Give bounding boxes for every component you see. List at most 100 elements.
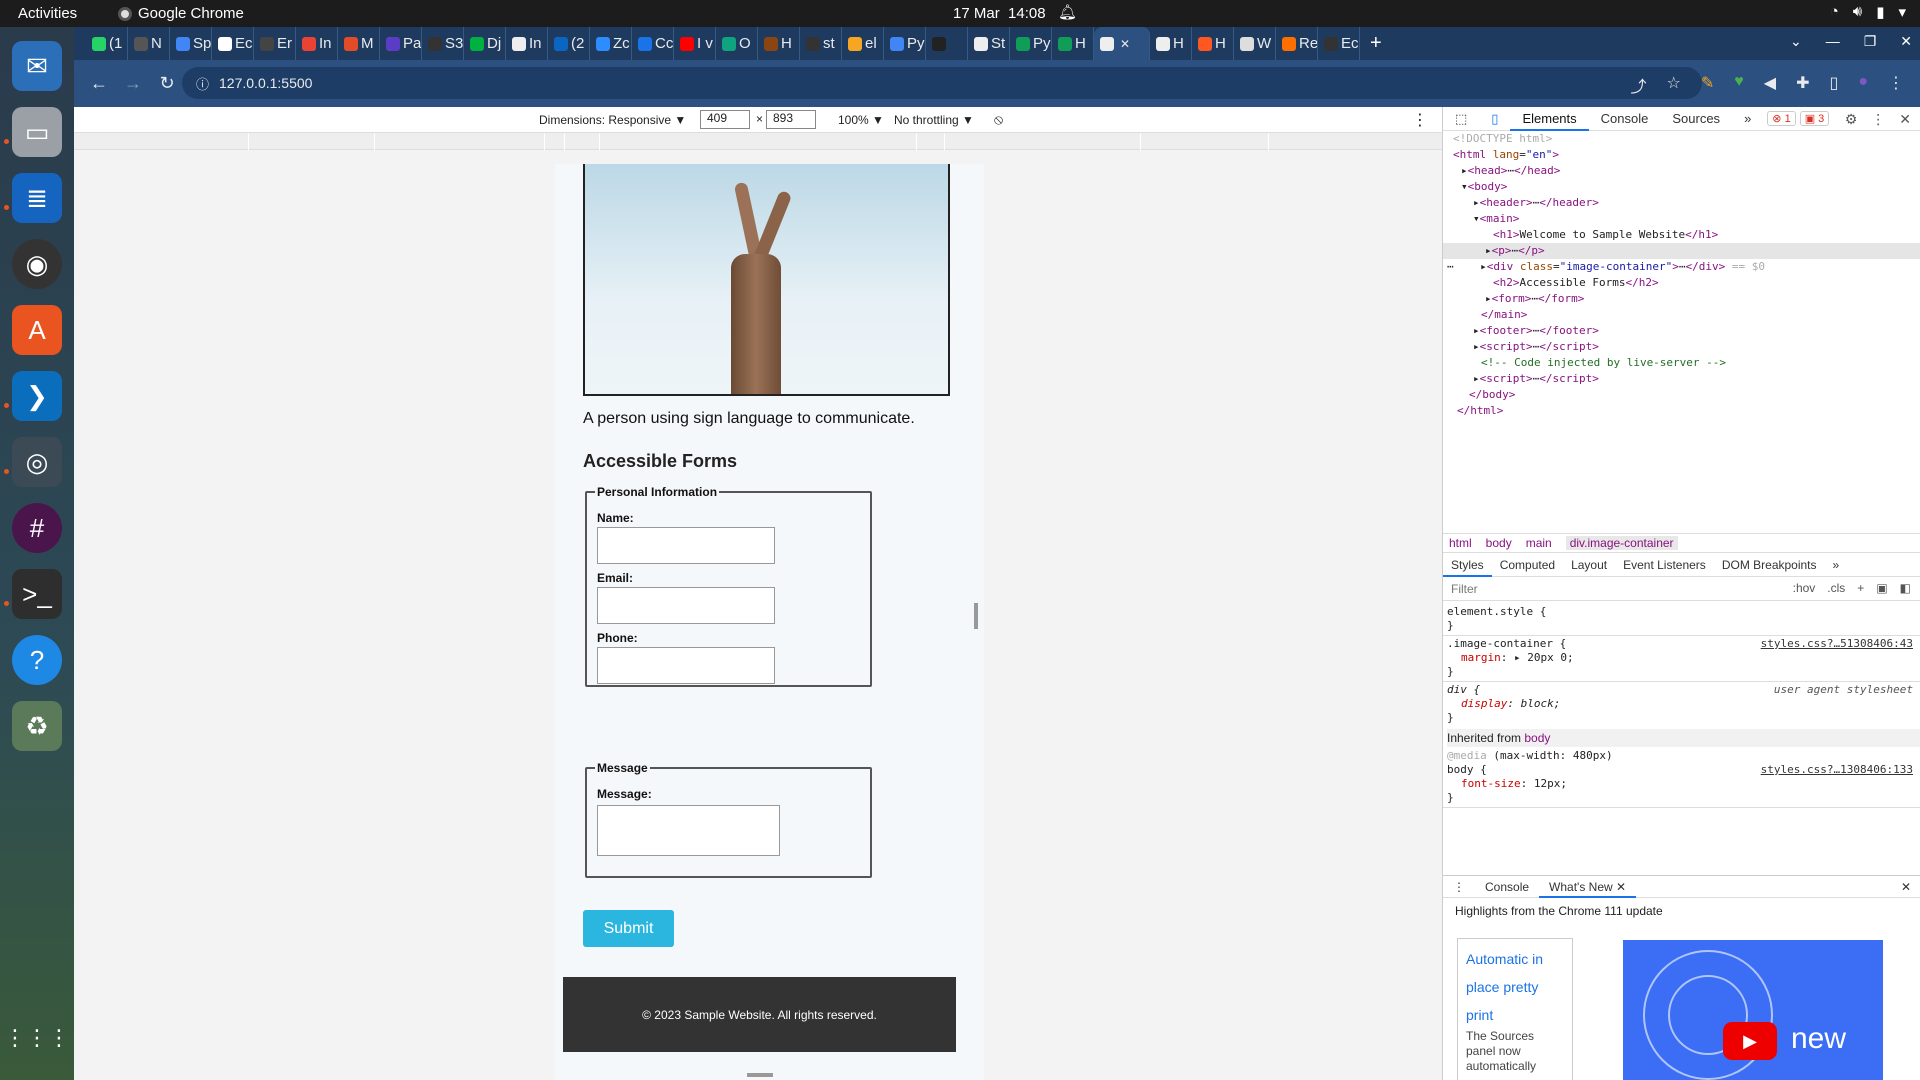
dom-line[interactable]: </body>: [1469, 387, 1515, 403]
tab-sources[interactable]: Sources: [1660, 107, 1732, 131]
youtube-play-icon[interactable]: ▶: [1723, 1022, 1777, 1060]
address-bar[interactable]: ⓘ 127.0.0.1:5500: [182, 67, 1702, 99]
files-icon[interactable]: ▭: [12, 107, 62, 157]
browser-tab[interactable]: Py: [1010, 27, 1052, 60]
browser-tab[interactable]: st: [800, 27, 842, 60]
breadcrumb-div[interactable]: div.image-container: [1565, 536, 1678, 550]
close-window-button[interactable]: ✕: [1900, 33, 1912, 50]
rhythmbox-icon[interactable]: ◉: [12, 239, 62, 289]
browser-tab[interactable]: [926, 27, 968, 60]
dom-line[interactable]: ▸<head>⋯</head>: [1461, 163, 1560, 179]
dom-line[interactable]: ▸<script>⋯</script>: [1473, 339, 1599, 355]
heart-extension-icon[interactable]: ♥: [1734, 73, 1744, 97]
zoom-dropdown[interactable]: 100% ▼: [838, 113, 884, 127]
browser-tab[interactable]: Ec: [212, 27, 254, 60]
dom-line[interactable]: ▾<main>: [1473, 211, 1519, 227]
extensions-puzzle-icon[interactable]: ✚: [1796, 73, 1809, 97]
browser-tab[interactable]: N: [128, 27, 170, 60]
tab-dom-breakpoints[interactable]: DOM Breakpoints: [1714, 553, 1825, 577]
browser-tab[interactable]: I v: [674, 27, 716, 60]
dom-line[interactable]: ▸<p>⋯</p>: [1485, 243, 1545, 259]
dom-line[interactable]: ▾<body>: [1461, 179, 1507, 195]
browser-tab[interactable]: Zc: [590, 27, 632, 60]
devtools-menu-icon[interactable]: ⋮: [1871, 111, 1885, 128]
feature-card[interactable]: Automatic in place pretty print The Sour…: [1457, 938, 1573, 1080]
terminal-icon[interactable]: >_: [12, 569, 62, 619]
breadcrumb-body[interactable]: body: [1486, 536, 1512, 550]
drawer-menu-icon[interactable]: ⋮: [1443, 880, 1475, 894]
chrome-menu-icon[interactable]: ⋮: [1888, 73, 1904, 97]
thunderbird-icon[interactable]: ✉: [12, 41, 62, 91]
trash-icon[interactable]: ♻: [12, 701, 62, 751]
browser-tab[interactable]: W: [1234, 27, 1276, 60]
dom-line[interactable]: <html lang="en">: [1453, 147, 1559, 163]
browser-tab[interactable]: Pa: [380, 27, 422, 60]
email-field[interactable]: [597, 587, 775, 624]
phone-field[interactable]: [597, 647, 775, 684]
system-tray[interactable]: ◔ 🔊︎ ▮ ▾: [1830, 3, 1906, 21]
browser-tab[interactable]: O: [716, 27, 758, 60]
resize-handle-right[interactable]: [974, 603, 978, 629]
browser-tab[interactable]: Ec: [1318, 27, 1360, 60]
dom-line[interactable]: </main>: [1481, 307, 1527, 323]
clock[interactable]: 17 Mar 14:08: [953, 5, 1046, 22]
hov-toggle[interactable]: :hov: [1793, 581, 1816, 595]
dom-line[interactable]: </html>: [1457, 403, 1503, 419]
slack-icon[interactable]: #: [12, 503, 62, 553]
notification-bell-icon[interactable]: 🔔︎: [1058, 3, 1077, 21]
error-badge[interactable]: ⊗ 1: [1767, 111, 1796, 126]
element-state-icon[interactable]: ▣: [1876, 581, 1887, 595]
minimize-button[interactable]: —: [1826, 33, 1840, 50]
browser-tab[interactable]: H: [758, 27, 800, 60]
share-icon[interactable]: ⤴: [1631, 73, 1647, 97]
dimensions-dropdown[interactable]: Dimensions: Responsive ▼: [539, 113, 686, 127]
browser-tab[interactable]: Er: [254, 27, 296, 60]
dom-line[interactable]: <h1>Welcome to Sample Website</h1>: [1493, 227, 1718, 243]
software-center-icon[interactable]: A: [12, 305, 62, 355]
browser-tab[interactable]: Cc: [632, 27, 674, 60]
browser-tab[interactable]: H: [1052, 27, 1094, 60]
throttling-dropdown[interactable]: No throttling ▼: [894, 113, 974, 127]
browser-tab[interactable]: H: [1192, 27, 1234, 60]
dom-line[interactable]: <h2>Accessible Forms</h2>: [1493, 275, 1659, 291]
browser-tab[interactable]: In: [506, 27, 548, 60]
cls-toggle[interactable]: .cls: [1827, 581, 1845, 595]
forward-icon[interactable]: →: [124, 73, 142, 94]
app-grid-icon[interactable]: ⋮⋮⋮: [4, 1013, 70, 1063]
close-tab-icon[interactable]: ✕: [1120, 37, 1130, 51]
browser-tab[interactable]: Dj: [464, 27, 506, 60]
browser-tab[interactable]: (2: [548, 27, 590, 60]
browser-tab[interactable]: Py: [884, 27, 926, 60]
tab-active[interactable]: ✕: [1094, 27, 1150, 60]
width-input[interactable]: 409: [700, 110, 750, 129]
breadcrumb-main[interactable]: main: [1526, 536, 1552, 550]
warning-badge[interactable]: ▣ 3: [1799, 111, 1830, 126]
tab-event-listeners[interactable]: Event Listeners: [1615, 553, 1714, 577]
drawer-tab-whats-new[interactable]: What's New ✕: [1539, 876, 1637, 898]
side-panel-icon[interactable]: ▯: [1830, 73, 1839, 97]
more-subtabs-icon[interactable]: »: [1825, 553, 1848, 577]
dom-line[interactable]: ▸<footer>⋯</footer>: [1473, 323, 1599, 339]
more-tabs-icon[interactable]: »: [1732, 107, 1763, 131]
profile-avatar[interactable]: ●: [1858, 73, 1868, 97]
tab-console[interactable]: Console: [1589, 107, 1661, 131]
dom-line[interactable]: <!DOCTYPE html>: [1453, 131, 1552, 147]
tab-layout[interactable]: Layout: [1563, 553, 1615, 577]
source-link[interactable]: styles.css?…51308406:43: [1761, 637, 1913, 650]
dom-line-selected[interactable]: ⋯ ▸<div class="image-container">⋯</div> …: [1447, 259, 1765, 275]
dom-line[interactable]: ▸<header>⋯</header>: [1473, 195, 1599, 211]
tab-elements[interactable]: Elements: [1510, 107, 1589, 131]
device-toolbar-more-icon[interactable]: ⋮: [1412, 110, 1428, 130]
message-textarea[interactable]: [597, 805, 780, 856]
browser-tab[interactable]: H: [1150, 27, 1192, 60]
maximize-button[interactable]: ❐: [1864, 33, 1877, 50]
app-menu[interactable]: Google Chrome: [118, 5, 244, 22]
submit-button[interactable]: Submit: [583, 910, 674, 947]
reload-icon[interactable]: ↻: [158, 73, 176, 94]
browser-tab[interactable]: el: [842, 27, 884, 60]
dom-line[interactable]: <!-- Code injected by live-server -->: [1481, 355, 1726, 371]
browser-tab[interactable]: S3: [422, 27, 464, 60]
dom-line[interactable]: ▸<script>⋯</script>: [1473, 371, 1599, 387]
styles-pane[interactable]: element.style { } .image-container { sty…: [1443, 601, 1920, 811]
browser-tab[interactable]: Sp: [170, 27, 212, 60]
